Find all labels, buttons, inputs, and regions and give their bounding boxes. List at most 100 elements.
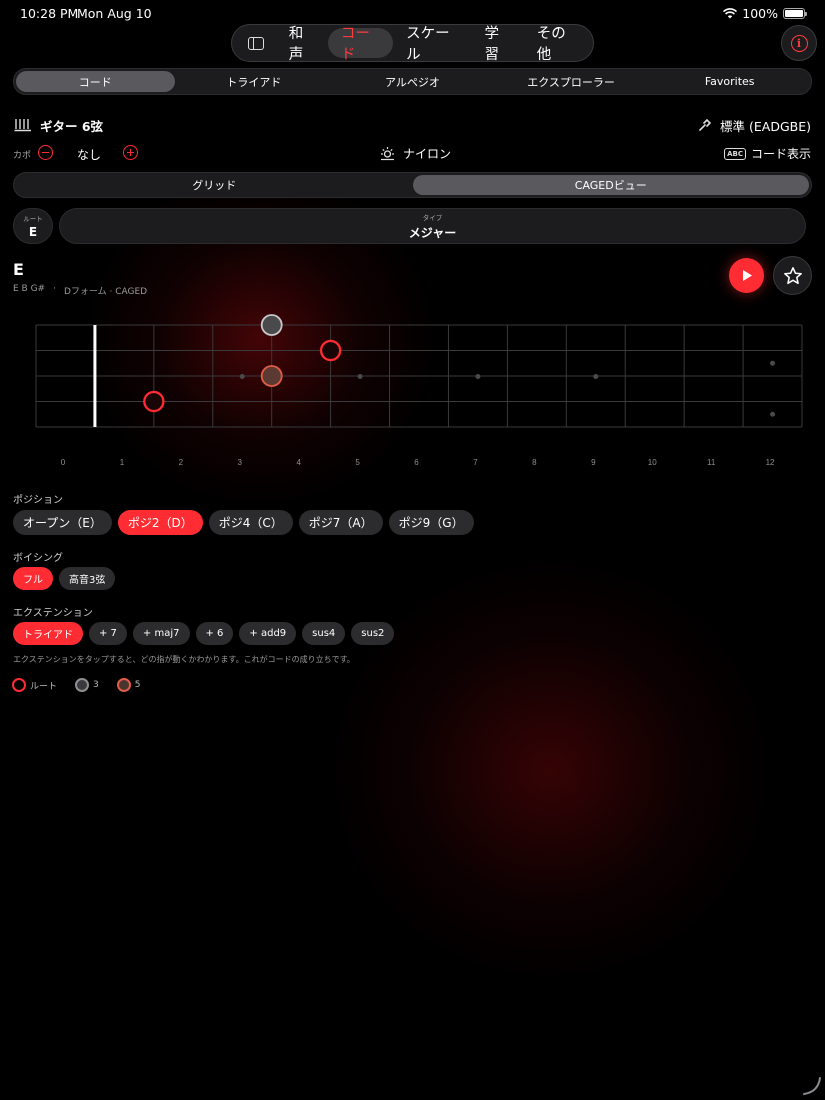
root-note-marker	[143, 390, 165, 413]
instrument-label: ギター 6弦	[40, 118, 104, 134]
position-chip-4[interactable]: ポジ4（C）	[208, 510, 293, 535]
fret-inlay-dot	[239, 374, 245, 379]
root-value: E	[28, 225, 38, 239]
position-chip-2[interactable]: ポジ2（D）	[117, 510, 203, 535]
fret-number: 10	[648, 458, 657, 467]
nav-tab-chord[interactable]: コード	[327, 26, 394, 63]
capo-increase-button[interactable]	[123, 145, 138, 160]
subtab-chord[interactable]: コード	[16, 71, 175, 92]
third-note-marker	[260, 314, 283, 336]
subtab-triad[interactable]: トライアド	[175, 71, 334, 92]
fret-inlay-dot	[475, 374, 481, 379]
voicing-chip-top3[interactable]: 高音3弦	[59, 567, 116, 590]
fret-inlay-dot	[593, 374, 599, 379]
fretboard-diagram[interactable]: 012345678910111213	[0, 300, 825, 480]
chord-meta: E B G# · Dフォーム · CAGED	[13, 284, 147, 297]
positions-chips: オープン（E） ポジ2（D） ポジ4（C） ポジ7（A） ポジ9（G）	[13, 510, 474, 535]
subtab-arpeggio[interactable]: アルペジオ	[333, 71, 492, 92]
tuning-fork-icon	[699, 118, 712, 131]
subtab-favorites[interactable]: Favorites	[650, 71, 809, 92]
fret-number: 7	[473, 458, 478, 467]
type-label: タイプ	[422, 213, 443, 222]
subtab-explorer[interactable]: エクスプローラー	[492, 71, 651, 92]
fret-number: 3	[238, 458, 243, 467]
type-selector[interactable]: タイプ メジャー	[59, 208, 806, 244]
extension-chip-maj7[interactable]: + maj7	[132, 622, 190, 645]
fret-number: 4	[296, 458, 301, 467]
main-nav: 和声 コード スケール 学習 その他	[231, 24, 594, 63]
position-chip-9[interactable]: ポジ9（G）	[388, 510, 474, 535]
legend-root-label: ルート	[30, 681, 58, 692]
status-right: 100%	[723, 6, 807, 21]
plus-icon	[127, 149, 134, 156]
legend-third-label: 3	[93, 680, 99, 690]
chord-display-label: コード表示	[750, 147, 811, 161]
battery-percent: 100%	[742, 6, 778, 21]
minus-icon	[42, 151, 49, 154]
voicing-chip-full[interactable]: フル	[13, 567, 53, 590]
chord-notes: E B G#	[13, 284, 46, 294]
instrument-selector[interactable]: ギター 6弦	[14, 116, 103, 134]
legend-third-swatch	[75, 678, 90, 692]
extension-chip-6[interactable]: + 6	[195, 622, 234, 645]
guitar-strings-icon	[14, 119, 31, 132]
nav-tab-learn[interactable]: 学習	[472, 26, 524, 63]
chord-meta-separator: ·	[53, 284, 56, 294]
play-icon	[742, 270, 752, 281]
abc-icon: ABC	[724, 147, 746, 160]
sidebar-toggle-button[interactable]	[236, 28, 276, 58]
extension-chip-7[interactable]: + 7	[89, 622, 127, 645]
fret-number: 2	[179, 458, 184, 467]
sidebar-icon	[247, 36, 264, 50]
star-icon	[783, 266, 802, 284]
info-button[interactable]: i	[781, 25, 817, 61]
note-legend: ルート 3 5	[12, 678, 140, 692]
type-value: メジャー	[408, 225, 457, 240]
tuning-selector[interactable]: 標準 (EADGBE)	[698, 116, 811, 134]
nav-tab-scale[interactable]: スケール	[393, 26, 471, 63]
fret-inlay-dot	[770, 360, 776, 366]
nut	[93, 325, 97, 427]
voicing-chips: フル 高音3弦	[13, 567, 116, 590]
root-selector[interactable]: ルート E	[13, 208, 53, 244]
tuning-label: 標準 (EADGBE)	[720, 118, 811, 134]
legend-root-swatch	[12, 678, 26, 692]
nav-tab-harmony[interactable]: 和声	[276, 26, 328, 63]
extension-chip-add9[interactable]: + add9	[239, 622, 297, 645]
fret-number: 5	[355, 458, 360, 467]
fret-number: 11	[707, 458, 716, 467]
extension-chip-sus4[interactable]: sus4	[302, 622, 346, 645]
view-toggle: グリッド CAGEDビュー	[13, 172, 812, 198]
nav-tab-other[interactable]: その他	[524, 26, 589, 63]
legend-fifth-label: 5	[134, 680, 141, 690]
view-caged[interactable]: CAGEDビュー	[412, 175, 809, 195]
play-button[interactable]	[729, 258, 764, 293]
extension-chip-sus2[interactable]: sus2	[351, 622, 395, 645]
extension-chip-triad[interactable]: トライアド	[13, 622, 83, 645]
favorite-button[interactable]	[773, 256, 812, 295]
fret-number: 12	[766, 458, 775, 467]
extension-chips: トライアド + 7 + maj7 + 6 + add9 sus4 sus2	[13, 622, 395, 645]
position-chip-7[interactable]: ポジ7（A）	[298, 510, 383, 535]
fret-number: 9	[591, 458, 596, 467]
sun-icon	[381, 147, 394, 161]
tone-selector[interactable]: ナイロン	[380, 145, 451, 162]
chord-display-toggle[interactable]: ABC コード表示	[724, 145, 811, 162]
capo-decrease-button[interactable]	[38, 145, 53, 160]
view-grid[interactable]: グリッド	[16, 175, 413, 195]
fifth-note-marker	[260, 365, 283, 387]
resize-handle-icon[interactable]	[802, 1076, 822, 1096]
fret-inlay-dot	[770, 411, 776, 417]
root-label: ルート	[23, 215, 43, 223]
extension-label: エクステンション	[13, 608, 93, 619]
wifi-icon	[723, 8, 738, 19]
chord-name: E	[13, 260, 24, 279]
fret-inlay-dot	[357, 374, 363, 379]
info-icon: i	[790, 34, 808, 52]
status-date: Mon Aug 10	[77, 6, 152, 21]
fret-number: 0	[61, 458, 66, 467]
legend-fifth-swatch	[116, 678, 131, 692]
root-note-marker	[320, 339, 342, 362]
extension-hint: エクステンションをタップすると、どの指が動くかわかります。これがコードの成り立ち…	[13, 655, 355, 664]
position-chip-open[interactable]: オープン（E）	[13, 510, 112, 535]
